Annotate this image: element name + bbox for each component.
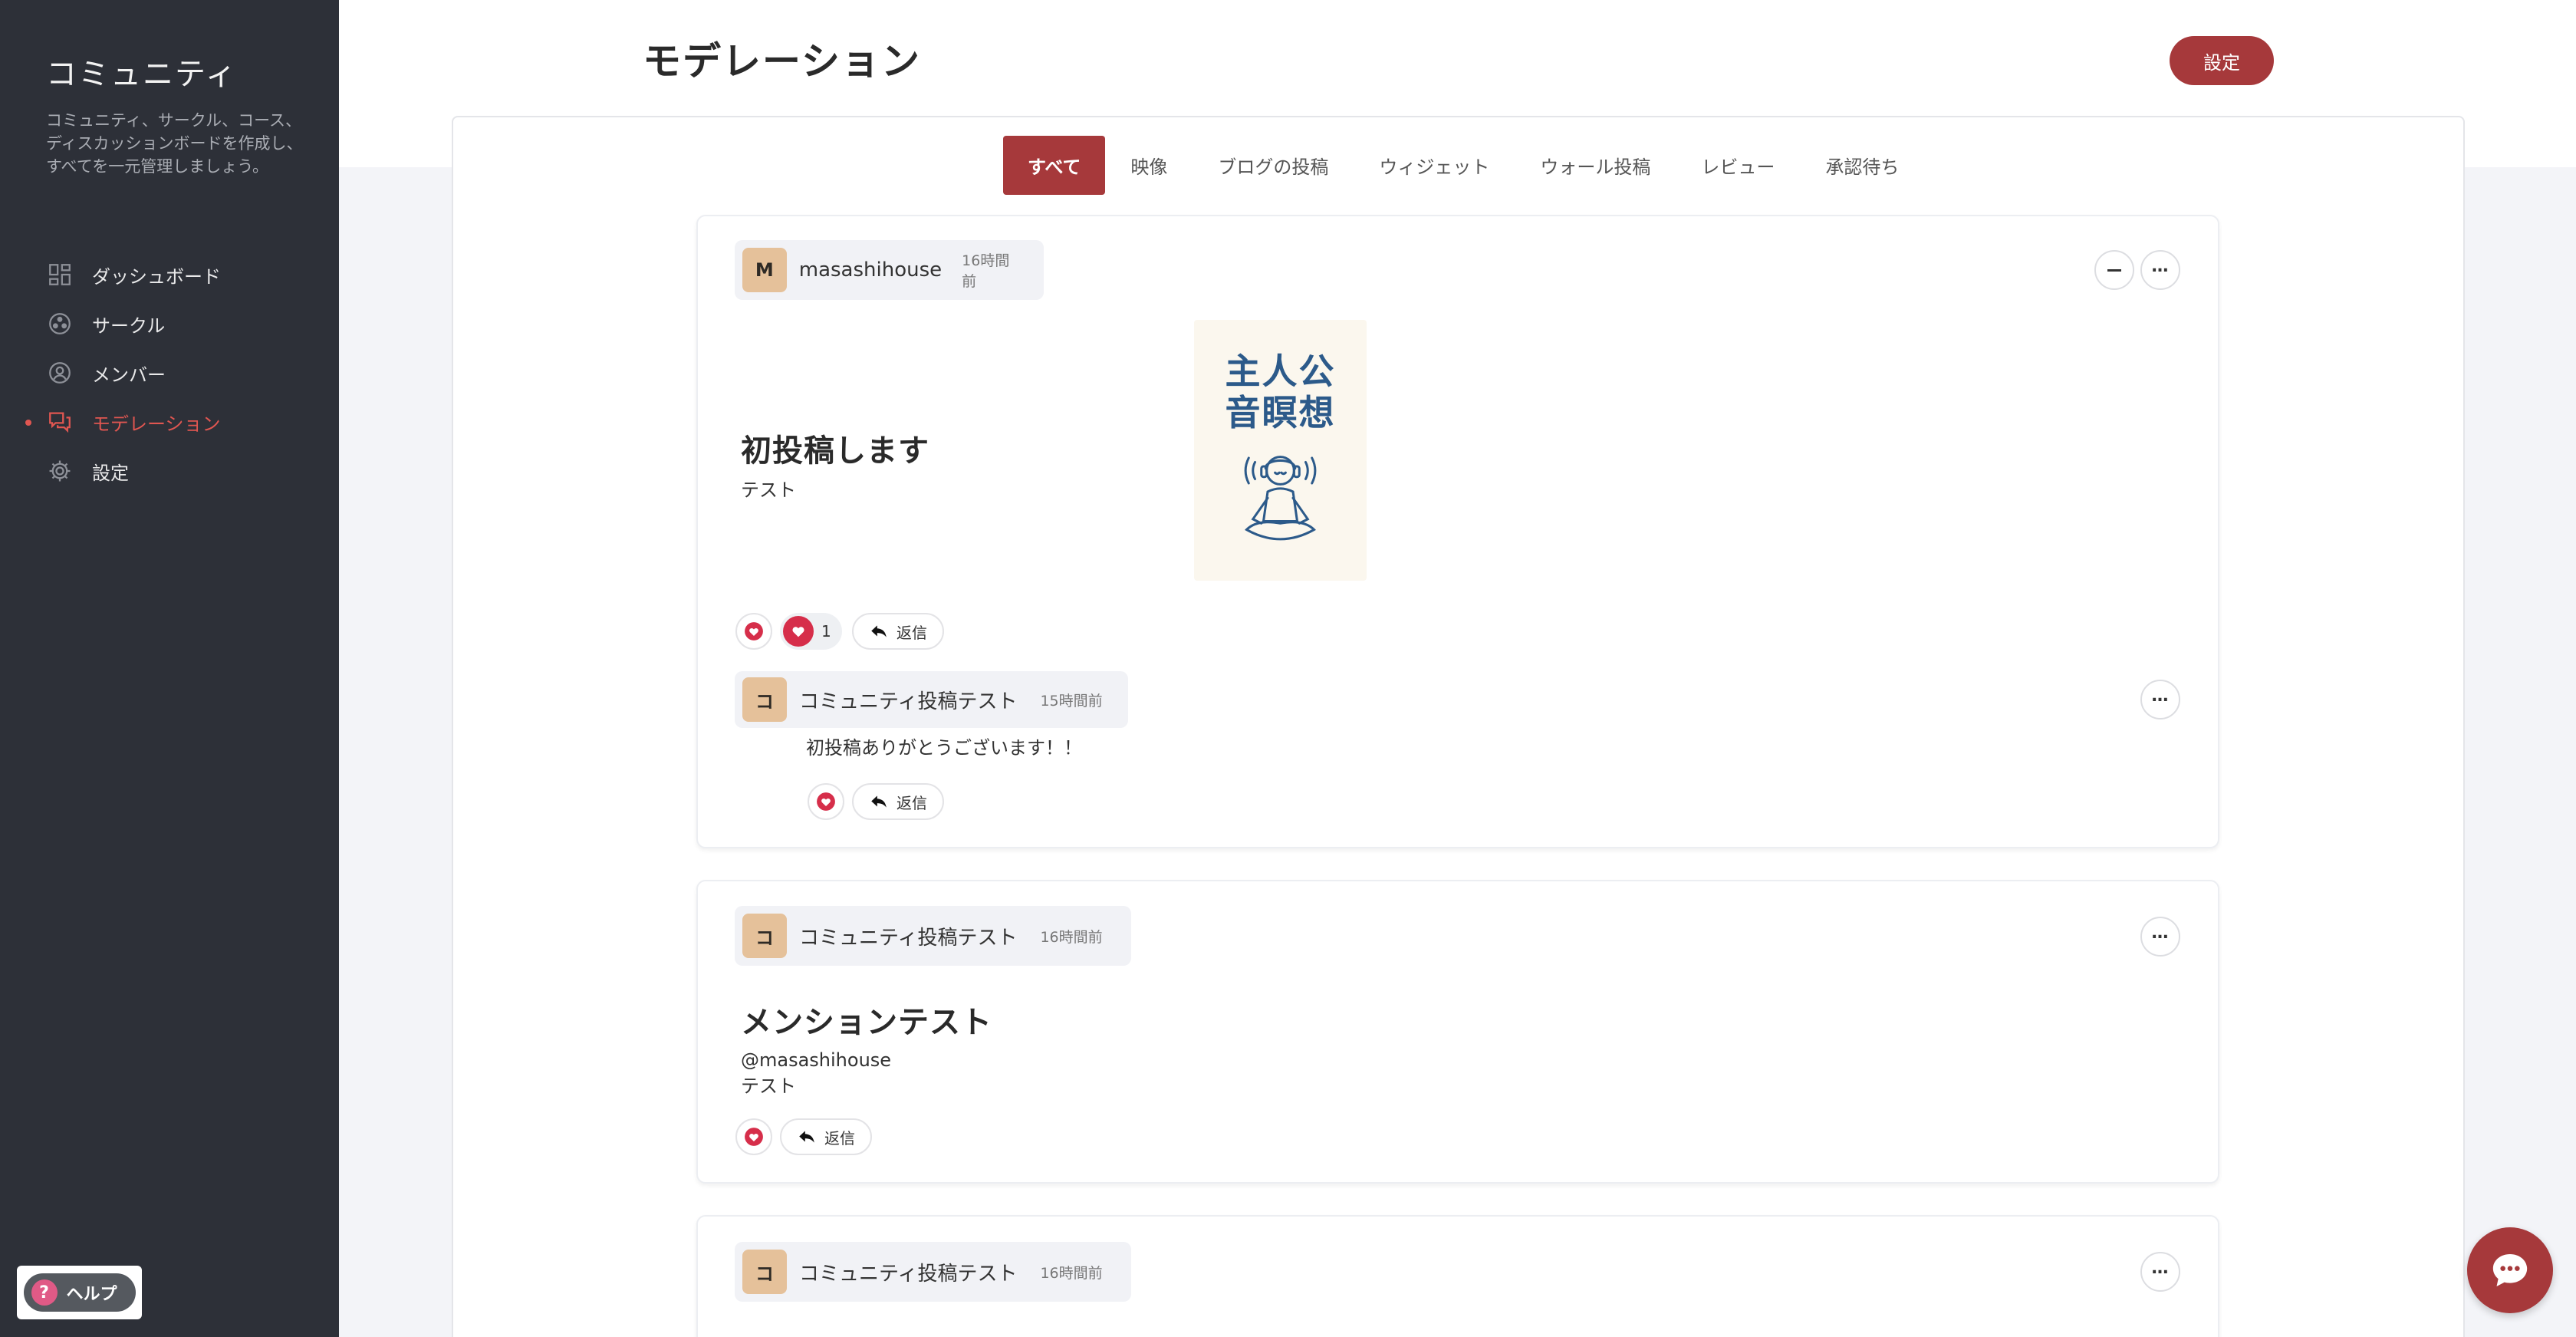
heart-icon xyxy=(745,622,763,641)
post-title: メンションテスト xyxy=(741,1005,992,1040)
more-options-button[interactable]: … xyxy=(2140,250,2180,290)
reply-label: 返信 xyxy=(897,623,927,642)
avatar: コ xyxy=(742,677,787,722)
reply-icon xyxy=(871,795,887,808)
reply-button[interactable]: 返信 xyxy=(852,613,944,650)
tab-all[interactable]: すべて xyxy=(1003,136,1106,195)
tab-blog-posts[interactable]: ブログの投稿 xyxy=(1193,136,1354,195)
more-options-button[interactable]: … xyxy=(2140,1252,2180,1292)
avatar: コ xyxy=(742,1250,787,1294)
post-image-line: 音瞑想 xyxy=(1225,392,1336,433)
like-count: 1 xyxy=(821,622,831,641)
comment-body: 初投稿ありがとうございます！！ xyxy=(806,737,1082,759)
help-button[interactable]: ? ヘルプ xyxy=(17,1266,142,1319)
tab-pending[interactable]: 承認待ち xyxy=(1800,136,1924,195)
minus-icon xyxy=(2107,268,2121,272)
comment-reply-button[interactable]: 返信 xyxy=(852,783,944,820)
heart-icon xyxy=(817,792,835,811)
ellipsis-icon: … xyxy=(2151,687,2170,706)
sidebar-item-label: メンバー xyxy=(92,364,166,386)
sidebar-item-settings[interactable]: 設定 xyxy=(0,446,339,496)
tab-widget[interactable]: ウィジェット xyxy=(1354,136,1515,195)
ellipsis-icon: … xyxy=(2151,1259,2170,1278)
chat-button[interactable] xyxy=(2467,1227,2553,1313)
ellipsis-icon: … xyxy=(2151,924,2170,943)
reply-label: 返信 xyxy=(897,793,927,812)
avatar: コ xyxy=(742,914,787,958)
reply-button[interactable]: 返信 xyxy=(780,1118,872,1155)
reply-icon xyxy=(799,1131,814,1143)
moderation-icon xyxy=(46,408,74,436)
sidebar-item-dashboard[interactable]: ダッシュボード xyxy=(0,250,339,299)
comment-time: 15時間前 xyxy=(1040,692,1103,710)
sidebar: コミュニティ コミュニティ、サークル、コース、ディスカッションボードを作成し、す… xyxy=(0,0,339,1337)
help-pill: ? ヘルプ xyxy=(23,1273,136,1312)
post-title: 初投稿します xyxy=(741,433,929,469)
sidebar-item-label: 設定 xyxy=(92,462,129,484)
avatar: M xyxy=(742,248,787,292)
sidebar-item-label: サークル xyxy=(92,314,166,337)
post-time: 16時間前 xyxy=(1040,928,1103,946)
help-label: ヘルプ xyxy=(66,1285,117,1304)
comment-author-chip[interactable]: コ コミュニティ投稿テスト 15時間前 xyxy=(735,671,1128,728)
comment-more-options-button[interactable]: … xyxy=(2140,680,2180,720)
like-button[interactable] xyxy=(735,1118,772,1155)
page-title: モデレーション xyxy=(643,39,921,84)
filter-tabs: すべて 映像 ブログの投稿 ウィジェット ウォール投稿 レビュー 承認待ち xyxy=(1003,136,1924,195)
sidebar-nav: ダッシュボード サークル メンバー モデレーション 設定 xyxy=(0,250,339,496)
sidebar-description: コミュニティ、サークル、コース、ディスカッションボードを作成し、すべてを一元管理… xyxy=(46,111,303,176)
author-name: コミュニティ投稿テスト xyxy=(799,690,1018,713)
post-time: 16時間前 xyxy=(1040,1264,1103,1282)
post-mention[interactable]: @masashihouse xyxy=(741,1049,891,1072)
meditation-illustration-icon xyxy=(1244,456,1317,541)
sidebar-item-label: ダッシュボード xyxy=(92,265,221,288)
question-icon: ? xyxy=(31,1279,58,1306)
post-time: 16時間前 xyxy=(962,252,1010,290)
heart-icon xyxy=(745,1128,763,1146)
post-image[interactable]: 主人公 音瞑想 xyxy=(1194,320,1367,581)
comment-like-button[interactable] xyxy=(808,783,844,820)
tab-video[interactable]: 映像 xyxy=(1105,136,1193,195)
reply-label: 返信 xyxy=(824,1128,855,1148)
post-body: テスト xyxy=(741,1075,796,1097)
sidebar-item-moderation[interactable]: モデレーション xyxy=(0,397,339,446)
author-name: コミュニティ投稿テスト xyxy=(799,1262,1018,1286)
tab-wall-posts[interactable]: ウォール投稿 xyxy=(1515,136,1676,195)
chat-bubble-icon xyxy=(2492,1254,2528,1286)
post-author-chip[interactable]: M masashihouse 16時間前 xyxy=(735,240,1044,300)
reaction-count[interactable]: 1 xyxy=(780,613,842,650)
post-image-text: 主人公 音瞑想 xyxy=(1194,351,1367,433)
ellipsis-icon: … xyxy=(2151,257,2170,276)
post-author-chip[interactable]: コ コミュニティ投稿テスト 16時間前 xyxy=(735,906,1131,966)
author-name: コミュニティ投稿テスト xyxy=(799,926,1018,950)
dashboard-icon xyxy=(46,261,74,288)
reply-icon xyxy=(871,625,887,637)
gear-icon xyxy=(46,457,74,485)
sidebar-title: コミュニティ xyxy=(46,57,238,92)
post-author-chip[interactable]: コ コミュニティ投稿テスト 16時間前 xyxy=(735,1242,1131,1302)
sidebar-item-circles[interactable]: サークル xyxy=(0,299,339,348)
sidebar-item-label: モデレーション xyxy=(92,413,221,435)
settings-button[interactable]: 設定 xyxy=(2170,36,2274,85)
like-button[interactable] xyxy=(735,613,772,650)
author-name: masashihouse xyxy=(798,259,943,282)
post-image-line: 主人公 xyxy=(1225,351,1336,392)
sidebar-item-members[interactable]: メンバー xyxy=(0,348,339,397)
post-body: テスト xyxy=(741,479,796,501)
heart-filled-icon xyxy=(783,616,814,647)
circle-group-icon xyxy=(46,310,74,338)
collapse-button[interactable] xyxy=(2094,250,2134,290)
member-icon xyxy=(46,359,74,387)
tab-reviews[interactable]: レビュー xyxy=(1676,136,1800,195)
more-options-button[interactable]: … xyxy=(2140,917,2180,957)
